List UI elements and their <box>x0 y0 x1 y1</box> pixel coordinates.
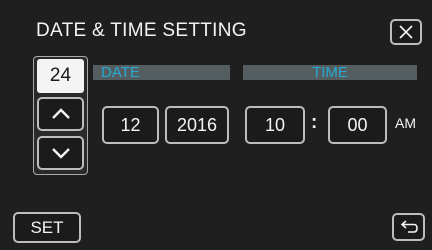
hour-field[interactable]: 10 <box>245 106 305 144</box>
minute-field[interactable]: 00 <box>328 106 387 144</box>
decrease-button[interactable] <box>37 136 84 170</box>
close-button[interactable] <box>390 19 422 45</box>
day-value[interactable]: 24 <box>37 59 84 93</box>
year-field[interactable]: 2016 <box>165 106 229 144</box>
close-icon <box>399 25 413 39</box>
time-section-header: TIME <box>243 65 417 80</box>
date-section-header: DATE <box>93 65 230 80</box>
page-title: DATE & TIME SETTING <box>36 20 247 41</box>
chevron-up-icon <box>51 108 70 119</box>
set-button[interactable]: SET <box>13 212 81 243</box>
date-time-setting-screen: DATE & TIME SETTING 24 DATE TIME 12 2016… <box>0 0 432 250</box>
chevron-down-icon <box>51 148 70 159</box>
time-separator: : <box>311 112 318 133</box>
month-field[interactable]: 12 <box>102 106 159 144</box>
am-pm-indicator: AM <box>395 115 416 131</box>
back-button[interactable] <box>392 213 425 241</box>
return-icon <box>400 220 418 233</box>
increase-button[interactable] <box>37 97 84 131</box>
